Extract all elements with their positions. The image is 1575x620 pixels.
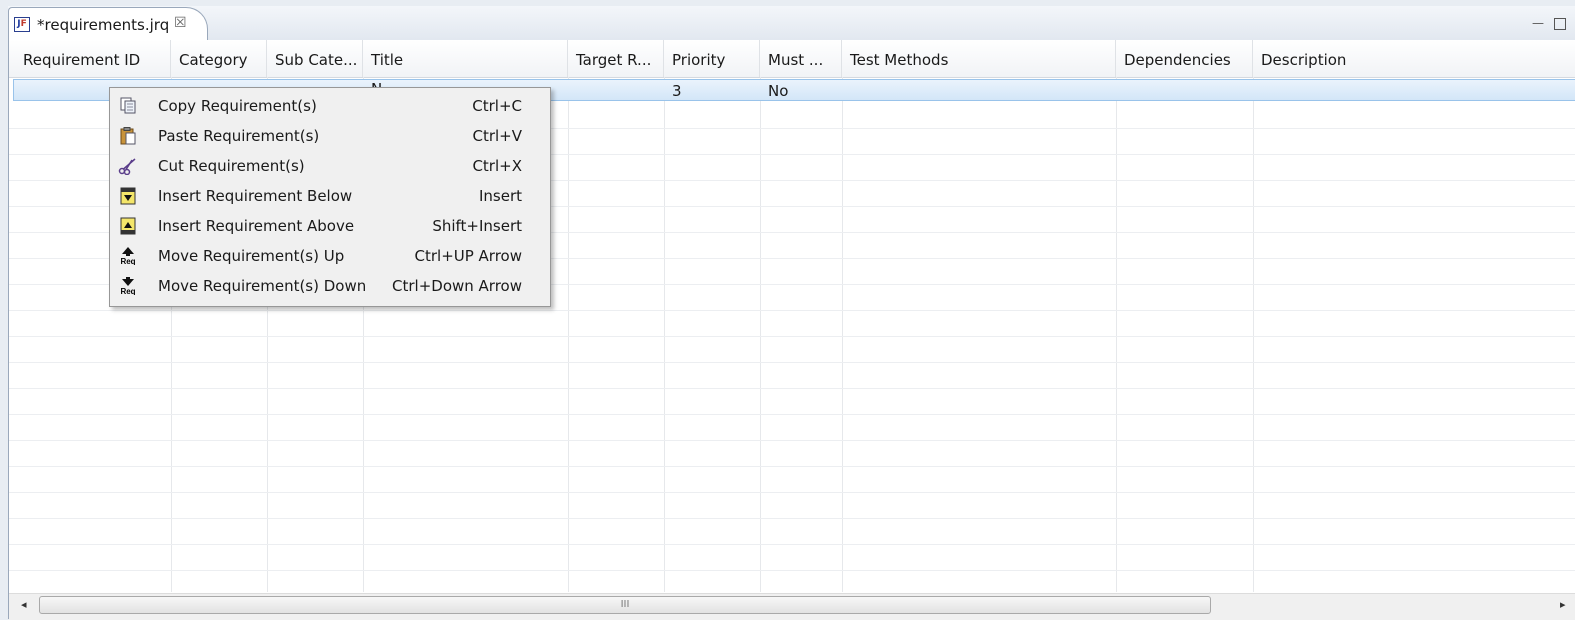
column-sub-category[interactable]: Sub Cate... bbox=[267, 40, 363, 77]
column-must[interactable]: Must ... bbox=[760, 40, 842, 77]
scissors-icon bbox=[118, 158, 136, 175]
grid-line bbox=[9, 414, 1575, 415]
scroll-left-icon[interactable]: ◂ bbox=[21, 598, 27, 611]
table-header: Requirement ID Category Sub Cate... Titl… bbox=[9, 40, 1575, 78]
grid-line bbox=[9, 544, 1575, 545]
column-category[interactable]: Category bbox=[171, 40, 267, 77]
grid-line bbox=[9, 336, 1575, 337]
cell-must[interactable]: No bbox=[768, 82, 788, 100]
cell-priority[interactable]: 3 bbox=[672, 82, 682, 100]
menu-item-shortcut: Ctrl+Down Arrow bbox=[392, 277, 522, 295]
scrollbar-thumb[interactable]: III bbox=[39, 596, 1211, 614]
req-text: Req bbox=[120, 257, 135, 265]
tab-title: *requirements.jrq bbox=[37, 16, 170, 34]
context-menu: Copy Requirement(s) Ctrl+C Paste Require… bbox=[109, 87, 551, 307]
menu-item-label: Move Requirement(s) Down bbox=[158, 277, 367, 295]
minimize-button[interactable]: — bbox=[1532, 16, 1544, 30]
scroll-right-icon[interactable]: ▸ bbox=[1560, 598, 1566, 611]
menu-item-label: Move Requirement(s) Up bbox=[158, 247, 345, 265]
paste-icon bbox=[120, 127, 136, 145]
menu-item-shortcut: Ctrl+X bbox=[472, 157, 522, 175]
menu-item-cut[interactable]: Cut Requirement(s) Ctrl+X bbox=[110, 151, 550, 181]
menu-item-shortcut: Insert bbox=[478, 187, 522, 205]
menu-item-label: Cut Requirement(s) bbox=[158, 157, 305, 175]
move-up-icon: Req bbox=[120, 247, 136, 265]
grid-line bbox=[9, 518, 1575, 519]
column-test-methods[interactable]: Test Methods bbox=[842, 40, 1116, 77]
column-priority[interactable]: Priority bbox=[664, 40, 760, 77]
grid-line bbox=[9, 362, 1575, 363]
insert-above-icon bbox=[120, 217, 136, 235]
close-icon[interactable]: ☒ bbox=[174, 15, 187, 31]
menu-item-paste[interactable]: Paste Requirement(s) Ctrl+V bbox=[110, 121, 550, 151]
menu-item-label: Copy Requirement(s) bbox=[158, 97, 317, 115]
grid-line bbox=[9, 570, 1575, 571]
req-text: Req bbox=[120, 287, 135, 295]
menu-item-shortcut: Ctrl+C bbox=[472, 97, 522, 115]
insert-below-icon bbox=[120, 187, 136, 205]
grid-line bbox=[9, 310, 1575, 311]
column-dependencies[interactable]: Dependencies bbox=[1116, 40, 1253, 77]
grid-line bbox=[9, 388, 1575, 389]
grid-line bbox=[9, 440, 1575, 441]
menu-item-move-up[interactable]: Req Move Requirement(s) Up Ctrl+UP Arrow bbox=[110, 241, 550, 271]
jrq-file-icon: JF bbox=[14, 17, 30, 32]
menu-item-label: Insert Requirement Below bbox=[158, 187, 353, 205]
menu-item-shortcut: Ctrl+V bbox=[472, 127, 522, 145]
column-title[interactable]: Title bbox=[363, 40, 568, 77]
menu-item-insert-above[interactable]: Insert Requirement Above Shift+Insert bbox=[110, 211, 550, 241]
column-target-release[interactable]: Target R... bbox=[568, 40, 664, 77]
menu-item-label: Insert Requirement Above bbox=[158, 217, 355, 235]
column-description[interactable]: Description bbox=[1253, 40, 1575, 77]
column-requirement-id[interactable]: Requirement ID bbox=[15, 40, 171, 77]
copy-icon bbox=[120, 97, 136, 114]
menu-item-label: Paste Requirement(s) bbox=[158, 127, 320, 145]
editor-tab-bar: JF *requirements.jrq ☒ — bbox=[8, 6, 1575, 41]
grid-line bbox=[9, 492, 1575, 493]
menu-item-copy[interactable]: Copy Requirement(s) Ctrl+C bbox=[110, 91, 550, 121]
grid-line bbox=[9, 466, 1575, 467]
maximize-button[interactable] bbox=[1554, 18, 1566, 30]
menu-item-shortcut: Ctrl+UP Arrow bbox=[414, 247, 523, 265]
menu-item-move-down[interactable]: Req Move Requirement(s) Down Ctrl+Down A… bbox=[110, 271, 550, 301]
menu-item-shortcut: Shift+Insert bbox=[432, 217, 522, 235]
menu-item-insert-below[interactable]: Insert Requirement Below Insert bbox=[110, 181, 550, 211]
editor-tab[interactable]: JF *requirements.jrq ☒ bbox=[8, 7, 208, 40]
move-down-icon: Req bbox=[120, 277, 136, 295]
horizontal-scrollbar[interactable]: ◂ III ▸ bbox=[9, 593, 1575, 620]
